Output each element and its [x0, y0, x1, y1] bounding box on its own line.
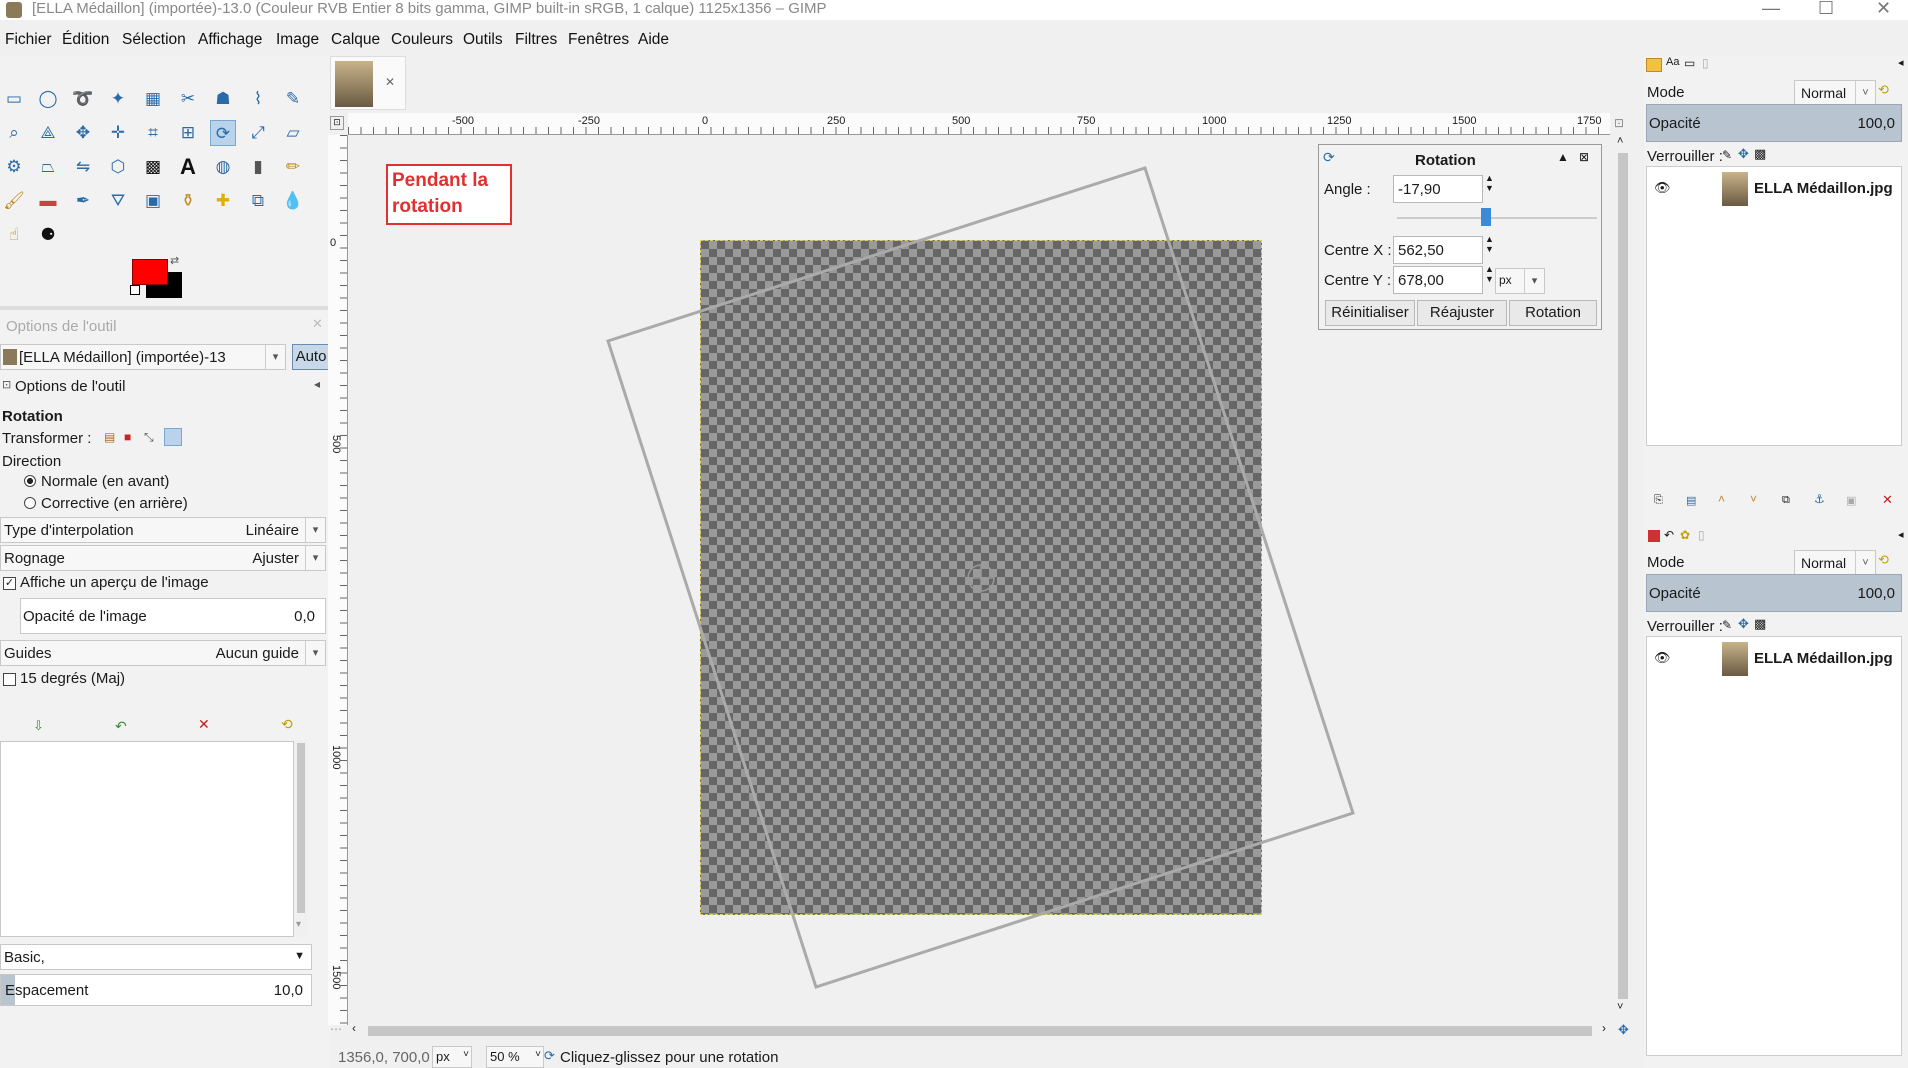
mask-layer-icon[interactable]: ▣: [1846, 494, 1856, 507]
lock-pixels-icon[interactable]: ✎: [1722, 148, 1732, 162]
layer-list-2: [1646, 636, 1902, 1056]
quick-mask-icon[interactable]: ⋯: [330, 1022, 342, 1036]
opacity-label: Opacité: [1649, 115, 1701, 132]
mode-reset-icon-2[interactable]: ⟲: [1878, 552, 1889, 568]
mode-reset-icon[interactable]: ⟲: [1878, 82, 1889, 98]
layer-row[interactable]: 👁 ELLA Médaillon.jpg: [1646, 166, 1902, 212]
center-x-spin-icon[interactable]: ▲ ▼: [1485, 234, 1494, 254]
visibility-eye-icon-2[interactable]: 👁: [1654, 650, 1671, 666]
mode-value: Normal: [1801, 85, 1847, 101]
panel-menu-icon-2[interactable]: ◂: [1898, 528, 1904, 541]
panel-menu-icon[interactable]: ◂: [1898, 56, 1904, 69]
reset-button[interactable]: Réinitialiser: [1325, 300, 1415, 326]
chevron-down-icon[interactable]: ▾: [1524, 269, 1544, 293]
opacity-slider[interactable]: Opacité 100,0: [1646, 104, 1902, 142]
center-y-label: Centre Y :: [1324, 272, 1391, 289]
delete-layer-icon[interactable]: ✕: [1882, 492, 1893, 508]
duplicate-layer-icon[interactable]: ⧉: [1782, 494, 1790, 507]
chevron-down-icon[interactable]: ˅: [1855, 551, 1875, 575]
status-message: Cliquez-glissez pour une rotation: [560, 1049, 779, 1066]
center-x-input[interactable]: 562,50: [1393, 236, 1483, 264]
layer-thumbnail: [1722, 172, 1748, 206]
opacity-label-2: Opacité: [1649, 585, 1701, 602]
scroll-down-icon[interactable]: ˅: [1617, 1001, 1623, 1013]
navigate-icon[interactable]: ✥: [1618, 1022, 1629, 1038]
angle-label: Angle :: [1324, 181, 1371, 198]
new-layer-icon[interactable]: ⎘: [1654, 494, 1663, 507]
collapse-dialog-icon[interactable]: ▲: [1557, 150, 1569, 164]
center-x-label: Centre X :: [1324, 242, 1392, 259]
lock-alpha-icon[interactable]: ▩: [1754, 146, 1766, 162]
mode-select[interactable]: Normal ˅: [1794, 80, 1876, 106]
lock-position-icon-2[interactable]: ✥: [1738, 616, 1749, 632]
zoom-select[interactable]: 50 % ˅: [486, 1046, 544, 1068]
mode-label-2: Mode: [1647, 554, 1685, 571]
status-unit-select[interactable]: px ˅: [432, 1046, 472, 1068]
horizontal-scrollbar[interactable]: ‹ ›: [348, 1021, 1614, 1039]
raise-layer-icon[interactable]: ˄: [1718, 492, 1725, 506]
opacity-slider-2[interactable]: Opacité 100,0: [1646, 574, 1902, 612]
center-y-input[interactable]: 678,00: [1393, 266, 1483, 294]
scroll-left-icon[interactable]: ‹: [352, 1021, 356, 1035]
close-dialog-icon[interactable]: ⊠: [1579, 150, 1589, 164]
mode-value-2: Normal: [1801, 555, 1847, 571]
readjust-button[interactable]: Réajuster: [1417, 300, 1507, 326]
horizontal-scroll-thumb[interactable]: [368, 1026, 1592, 1036]
opacity-value: 100,0: [1857, 115, 1895, 132]
visibility-eye-icon[interactable]: 👁: [1654, 180, 1671, 196]
vertical-scroll-thumb[interactable]: [1618, 153, 1628, 999]
status-tool-icon: ⟳: [544, 1048, 555, 1063]
layers-dock: Aa ▭ ▯ ◂ Mode Normal ˅ ⟲ Opacité 100,0 V…: [1644, 56, 1908, 1068]
angle-slider[interactable]: [1397, 217, 1597, 219]
new-group-icon[interactable]: ▤: [1686, 494, 1696, 507]
rotate-tool-icon: ⟳: [1323, 149, 1335, 165]
unit-value: px: [1499, 273, 1512, 287]
pointer-coordinates: 1356,0, 700,0: [338, 1049, 430, 1066]
lower-layer-icon[interactable]: ˅: [1750, 492, 1757, 506]
anchor-layer-icon[interactable]: ⚓: [1814, 492, 1825, 506]
undo-tab-icon[interactable]: ↶: [1664, 528, 1674, 542]
unit-select[interactable]: px ▾: [1495, 268, 1545, 294]
rotate-button[interactable]: Rotation: [1509, 300, 1597, 326]
status-bar: 1356,0, 700,0 px ˅ 50 % ˅ ⟳ Cliquez-glis…: [330, 1046, 1636, 1068]
opacity-value-2: 100,0: [1857, 585, 1895, 602]
scroll-up-icon[interactable]: ˄: [1617, 135, 1623, 147]
chevron-down-icon[interactable]: ˅: [463, 1049, 469, 1060]
vertical-scrollbar[interactable]: ˄ ˅: [1614, 135, 1632, 1021]
angle-input[interactable]: -17,90: [1393, 175, 1483, 203]
status-unit-value: px: [436, 1049, 450, 1064]
layer-thumbnail-2: [1722, 642, 1748, 676]
mode-select-2[interactable]: Normal ˅: [1794, 550, 1876, 576]
layer-row-2[interactable]: 👁 ELLA Médaillon.jpg: [1646, 636, 1902, 682]
lock-label-2: Verrouiller :: [1647, 618, 1723, 635]
lock-pixels-icon-2[interactable]: ✎: [1722, 618, 1732, 632]
rotation-dialog-title: Rotation: [1415, 152, 1476, 169]
paths-tab-icon[interactable]: ▯: [1702, 56, 1709, 70]
angle-spin-icon[interactable]: ▲ ▼: [1485, 173, 1494, 193]
layer-name[interactable]: ELLA Médaillon.jpg: [1754, 180, 1893, 197]
layers-tab-icon[interactable]: [1646, 58, 1662, 72]
patterns-tab-icon[interactable]: ▯: [1698, 528, 1705, 542]
layers-tab-icon-2[interactable]: [1648, 530, 1660, 542]
angle-slider-handle[interactable]: [1481, 208, 1491, 226]
lock-position-icon[interactable]: ✥: [1738, 146, 1749, 162]
channels-tab-icon[interactable]: ▭: [1684, 56, 1695, 70]
chevron-down-icon[interactable]: ˅: [1855, 81, 1875, 105]
lock-alpha-icon-2[interactable]: ▩: [1754, 616, 1766, 632]
fonts-tab-icon[interactable]: Aa: [1666, 56, 1679, 68]
chevron-down-icon[interactable]: ˅: [535, 1049, 541, 1060]
mode-label: Mode: [1647, 84, 1685, 101]
zoom-value: 50 %: [490, 1049, 520, 1064]
scroll-right-icon[interactable]: ›: [1602, 1021, 1606, 1035]
brushes-tab-icon[interactable]: ✿: [1680, 528, 1690, 542]
layer-name-2[interactable]: ELLA Médaillon.jpg: [1754, 650, 1893, 667]
center-y-spin-icon[interactable]: ▲ ▼: [1485, 264, 1494, 284]
lock-label: Verrouiller :: [1647, 148, 1723, 165]
rotation-dialog: ⟳ Rotation ▲ ⊠ Angle : -17,90 ▲ ▼ Centre …: [1318, 144, 1602, 330]
